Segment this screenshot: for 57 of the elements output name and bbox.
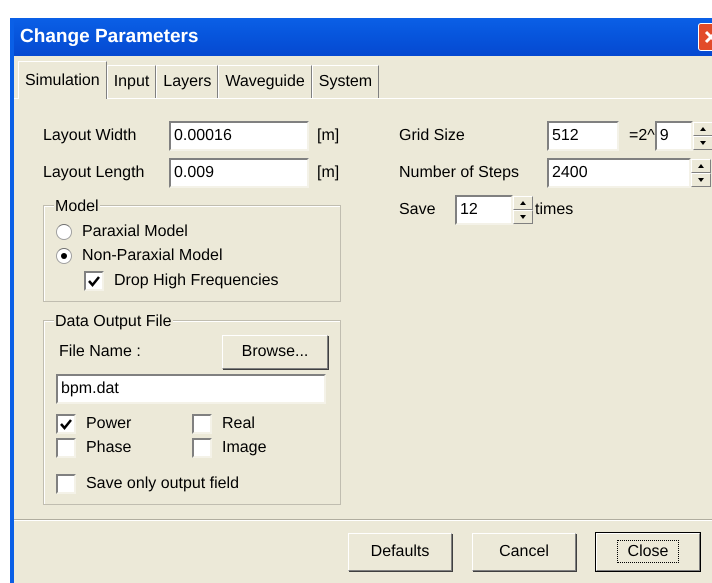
dialog-button[interactable]: Close bbox=[596, 532, 700, 570]
input-field[interactable]: 0.009 bbox=[169, 158, 309, 188]
checkmark-icon bbox=[88, 276, 100, 286]
checkbox-label: Phase bbox=[86, 438, 132, 458]
checkbox[interactable] bbox=[192, 438, 212, 458]
checkbox[interactable] bbox=[56, 474, 76, 494]
spin-down-button[interactable] bbox=[692, 136, 712, 150]
exponent-label: =2^ bbox=[629, 126, 655, 146]
input-field[interactable]: 0.00016 bbox=[169, 121, 309, 151]
unit-label: [m] bbox=[317, 126, 340, 146]
down-arrow-icon bbox=[698, 178, 704, 182]
up-arrow-icon bbox=[700, 127, 706, 131]
spin-down-button[interactable] bbox=[691, 173, 711, 187]
down-arrow-icon bbox=[700, 141, 706, 145]
checkbox[interactable] bbox=[84, 271, 104, 291]
tab[interactable]: System bbox=[312, 65, 380, 98]
file-name-field[interactable]: bpm.dat bbox=[56, 374, 326, 404]
spin-up-button[interactable] bbox=[692, 122, 712, 136]
checkbox[interactable] bbox=[192, 414, 212, 434]
radio-label: Non-Paraxial Model bbox=[82, 246, 223, 266]
browse-button[interactable]: Browse... bbox=[222, 335, 328, 369]
checkbox-label: Drop High Frequencies bbox=[114, 271, 279, 291]
field-label: Save bbox=[399, 200, 436, 220]
radio-label: Paraxial Model bbox=[82, 222, 188, 242]
tab[interactable]: Layers bbox=[156, 65, 218, 98]
spin-up-button[interactable] bbox=[691, 159, 711, 173]
radio-button[interactable] bbox=[56, 224, 72, 240]
tab[interactable]: Simulation bbox=[18, 61, 107, 99]
tab[interactable]: Input bbox=[106, 65, 156, 98]
up-arrow-icon bbox=[520, 201, 526, 205]
dialog-button[interactable]: Defaults bbox=[348, 532, 452, 570]
unit-label: [m] bbox=[317, 163, 340, 183]
tab[interactable]: Waveguide bbox=[218, 65, 312, 98]
up-arrow-icon bbox=[698, 164, 704, 168]
window-title: Change Parameters bbox=[20, 24, 198, 49]
input-field[interactable]: 512 bbox=[547, 121, 619, 151]
field-label: Layout Width bbox=[43, 126, 138, 146]
input-field[interactable]: 9 bbox=[654, 121, 693, 151]
checkbox[interactable] bbox=[56, 414, 76, 434]
checkbox[interactable] bbox=[56, 438, 76, 458]
dialog-button[interactable]: Cancel bbox=[472, 532, 576, 570]
radio-button[interactable] bbox=[56, 248, 72, 264]
checkbox-label: Save only output field bbox=[86, 474, 239, 494]
input-field[interactable]: 12 bbox=[455, 195, 513, 225]
unit-label: times bbox=[535, 200, 574, 220]
checkmark-icon bbox=[60, 418, 72, 430]
field-label: Number of Steps bbox=[399, 163, 520, 183]
down-arrow-icon bbox=[520, 215, 526, 219]
file-name-label: File Name : bbox=[58, 342, 141, 362]
checkbox-label: Real bbox=[222, 414, 255, 434]
checkbox-label: Image bbox=[222, 438, 266, 458]
spin-up-button[interactable] bbox=[513, 196, 533, 210]
field-label: Layout Length bbox=[43, 163, 146, 183]
spin-down-button[interactable] bbox=[513, 210, 533, 224]
checkbox-label: Power bbox=[86, 414, 132, 434]
field-label: Grid Size bbox=[399, 126, 466, 146]
input-field[interactable]: 2400 bbox=[547, 158, 691, 188]
